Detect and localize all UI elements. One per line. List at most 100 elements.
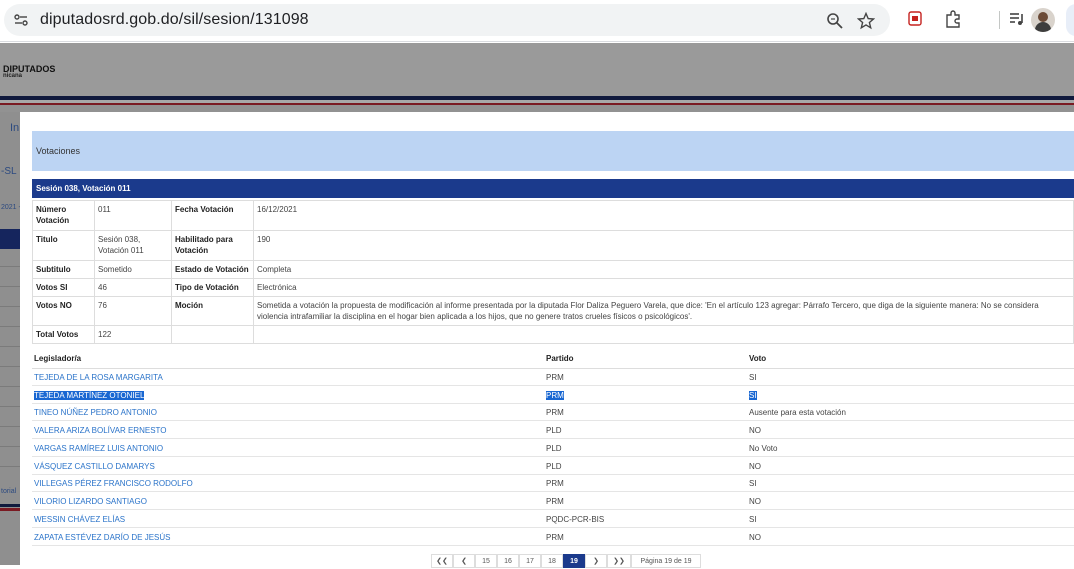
- bg-navy-block: [0, 229, 20, 249]
- bg-divider: [0, 426, 20, 427]
- table-row: ZAPATA ESTÉVEZ DARÍO DE JESÚS PRM NO: [32, 529, 1074, 546]
- value-mocion: Sometida a votación la propuesta de modi…: [253, 296, 1074, 326]
- legislator-link[interactable]: VILORIO LIZARDO SANTIAGO: [34, 497, 147, 506]
- background-sidebar: In -SL 2021 - torial: [0, 112, 21, 565]
- legislator-link[interactable]: VILLEGAS PÉREZ FRANCISCO RODOLFO: [34, 479, 193, 488]
- value-total: 122: [94, 325, 172, 344]
- party-cell: PQDC-PCR-BIS: [546, 515, 605, 524]
- vote-cell: NO: [749, 426, 761, 435]
- bookmark-star-icon[interactable]: [857, 12, 875, 30]
- value-subtitulo: Sometido: [94, 260, 172, 279]
- value-tipo: Electrónica: [253, 278, 1074, 297]
- vote-cell: Ausente para esta votación: [749, 408, 846, 417]
- table-row: WESSIN CHÁVEZ ELÍAS PQDC-PCR-BIS SI: [32, 511, 1074, 528]
- media-playlist-icon[interactable]: [1008, 10, 1026, 28]
- party-cell: PRM: [546, 479, 564, 488]
- label-titulo: Titulo: [32, 230, 95, 261]
- bg-divider: [0, 466, 20, 467]
- site-header: [0, 43, 1074, 97]
- legislator-link[interactable]: TEJEDA MARTÍNEZ OTONIEL: [34, 391, 145, 400]
- prev-page-button[interactable]: ❮: [453, 554, 475, 568]
- vote-cell: NO: [749, 497, 761, 506]
- value-votos-no: 76: [94, 296, 172, 326]
- legislator-link[interactable]: TINEO NÚÑEZ PEDRO ANTONIO: [34, 408, 157, 417]
- url-text[interactable]: diputadosrd.gob.do/sil/sesion/131098: [40, 11, 309, 29]
- empty-cell: [171, 325, 254, 344]
- value-titulo: Sesión 038, Votación 011: [94, 230, 172, 261]
- table-row: VILORIO LIZARDO SANTIAGO PRM NO: [32, 493, 1074, 510]
- page-button-19-current[interactable]: 19: [563, 554, 585, 568]
- table-row: TEJEDA MARTÍNEZ OTONIEL PRM SI: [32, 387, 1074, 404]
- label-tipo: Tipo de Votación: [171, 278, 254, 297]
- modal-title: Votaciones: [36, 146, 81, 156]
- address-bar[interactable]: diputadosrd.gob.do/sil/sesion/131098: [4, 4, 890, 36]
- legislator-link[interactable]: TEJEDA DE LA ROSA MARGARITA: [34, 373, 163, 382]
- label-votos-si: Votos SI: [32, 278, 95, 297]
- bg-fragment: torial: [1, 488, 17, 495]
- value-habilitado: 190: [253, 230, 1074, 261]
- bg-divider: [0, 446, 20, 447]
- bg-footer-stripe: [0, 508, 20, 511]
- vote-details-table: Número Votación 011 Fecha Votación 16/12…: [32, 200, 1074, 344]
- browser-toolbar: diputadosrd.gob.do/sil/sesion/131098: [0, 0, 1074, 42]
- bg-divider: [0, 306, 20, 307]
- party-cell: PRM: [546, 373, 564, 382]
- vote-cell: NO: [749, 533, 761, 542]
- empty-cell: [253, 325, 1074, 344]
- column-header-legislador: Legislador/a: [34, 354, 82, 363]
- toolbar-separator: [999, 11, 1000, 29]
- vote-cell: SI: [749, 515, 757, 524]
- legislator-link[interactable]: ZAPATA ESTÉVEZ DARÍO DE JESÚS: [34, 533, 170, 542]
- bg-divider: [0, 366, 20, 367]
- bg-divider: [0, 266, 20, 267]
- bg-fragment: In: [10, 122, 20, 134]
- value-numero: 011: [94, 200, 172, 231]
- vote-cell: SI: [749, 391, 757, 400]
- profile-avatar[interactable]: [1031, 8, 1055, 32]
- extension-shield-icon[interactable]: [906, 10, 924, 28]
- table-row: VÁSQUEZ CASTILLO DAMARYS PLD NO: [32, 458, 1074, 475]
- votaciones-modal: Votaciones Sesión 038, Votación 011 Núme…: [20, 112, 1074, 568]
- label-fecha: Fecha Votación: [171, 200, 254, 231]
- site-info-icon[interactable]: [13, 12, 29, 28]
- party-cell: PLD: [546, 426, 562, 435]
- party-cell: PRM: [546, 533, 564, 542]
- vote-cell: SI: [749, 479, 757, 488]
- bg-divider: [0, 346, 20, 347]
- legislator-link[interactable]: VALERA ARIZA BOLÍVAR ERNESTO: [34, 426, 167, 435]
- bg-divider: [0, 386, 20, 387]
- party-cell: PRM: [546, 497, 564, 506]
- extensions-puzzle-icon[interactable]: [944, 10, 962, 28]
- next-page-button[interactable]: ❯: [585, 554, 607, 568]
- zoom-icon[interactable]: [826, 12, 844, 30]
- party-cell: PRM: [546, 408, 564, 417]
- page-button-17[interactable]: 17: [519, 554, 541, 568]
- legislator-link[interactable]: VARGAS RAMÍREZ LUIS ANTONIO: [34, 444, 163, 453]
- party-cell: PLD: [546, 444, 562, 453]
- label-numero: Número Votación: [32, 200, 95, 231]
- header-stripe-gap: [0, 105, 1074, 112]
- legislator-link[interactable]: WESSIN CHÁVEZ ELÍAS: [34, 515, 125, 524]
- page-button-18[interactable]: 18: [541, 554, 563, 568]
- party-cell: PLD: [546, 462, 562, 471]
- vote-cell: SI: [749, 373, 757, 382]
- side-panel-button[interactable]: [1066, 4, 1074, 36]
- label-mocion: Moción: [171, 296, 254, 326]
- label-total: Total Votos: [32, 325, 95, 344]
- bg-divider: [0, 326, 20, 327]
- page-button-16[interactable]: 16: [497, 554, 519, 568]
- label-habilitado: Habilitado para Votación: [171, 230, 254, 261]
- table-row: VALERA ARIZA BOLÍVAR ERNESTO PLD NO: [32, 422, 1074, 439]
- last-page-button[interactable]: ❯❯: [607, 554, 631, 568]
- column-header-voto: Voto: [749, 354, 767, 363]
- bg-footer-stripe: [0, 504, 20, 507]
- label-votos-no: Votos NO: [32, 296, 95, 326]
- legislator-link[interactable]: VÁSQUEZ CASTILLO DAMARYS: [34, 462, 155, 471]
- session-title: Sesión 038, Votación 011: [36, 184, 131, 193]
- table-row: VILLEGAS PÉREZ FRANCISCO RODOLFO PRM SI: [32, 475, 1074, 492]
- bg-divider: [0, 406, 20, 407]
- first-page-button[interactable]: ❮❮: [431, 554, 453, 568]
- site-logo-subtitle: nicana: [3, 73, 23, 79]
- page-button-15[interactable]: 15: [475, 554, 497, 568]
- column-header-partido: Partido: [546, 354, 574, 363]
